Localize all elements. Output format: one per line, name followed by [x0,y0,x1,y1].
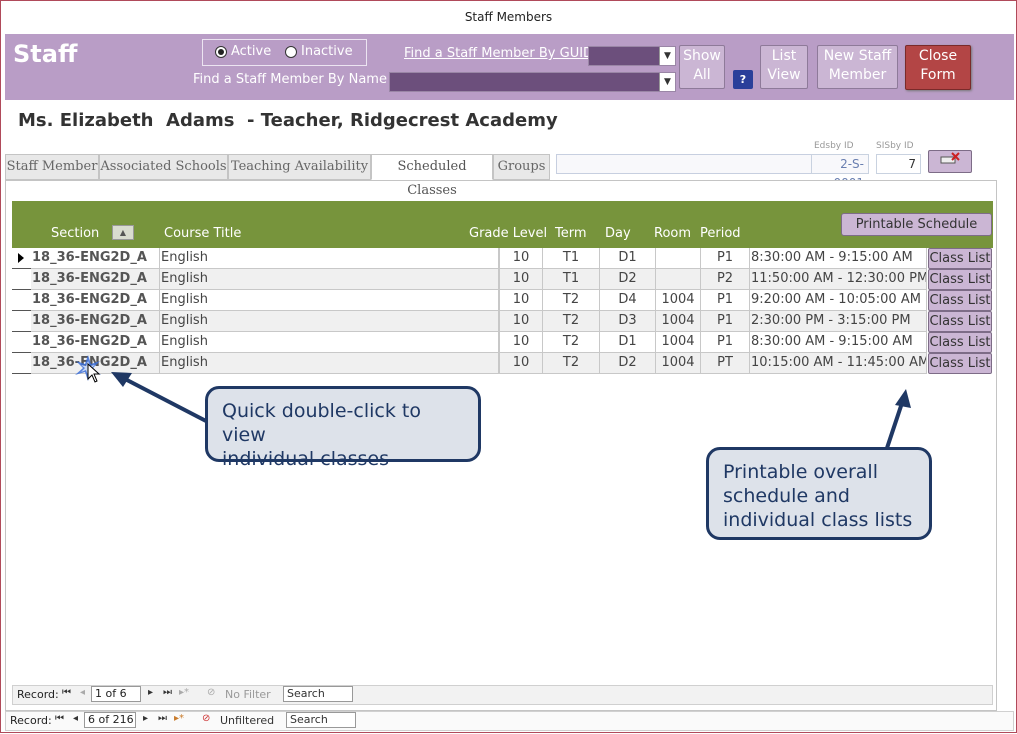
subform-record-position[interactable]: 1 of 6 [91,686,141,702]
next-record-icon[interactable]: ▸ [148,687,153,698]
form-search-input[interactable]: Search [286,712,356,728]
subform-filter-status[interactable]: No Filter [225,688,271,701]
last-record-icon[interactable]: ⏭ [158,713,167,724]
filter-icon: ⊘ [202,713,211,724]
callout-left-line-1: Quick double-click to view [222,400,421,446]
form-record-label: Record: [10,714,52,727]
staff-members-window: Staff Members Staff Active Inactive Find… [0,0,1017,733]
new-record-icon[interactable]: ▸* [174,713,184,724]
subform-record-label: Record: [17,688,59,701]
previous-record-icon[interactable]: ◂ [73,713,78,724]
form-navigation-bar: Record: ⏮ ◂ 6 of 216 ▸ ⏭ ▸* ⊘ Unfiltered… [5,711,1014,731]
callout-right-line-1: Printable overall [723,461,878,483]
first-record-icon[interactable]: ⏮ [62,687,71,698]
tab-scheduled-classes[interactable]: Scheduled Classes [371,154,493,198]
form-filter-status[interactable]: Unfiltered [220,714,274,727]
double-click-callout: Quick double-click to view individual cl… [205,386,481,470]
form-record-position[interactable]: 6 of 216 [84,712,136,728]
first-record-icon[interactable]: ⏮ [55,713,64,724]
subform-navigation-bar: Record: ⏮ ◂ 1 of 6 ▸ ⏭ ▸* ⊘ No Filter Se… [12,685,993,705]
callout-right-line-3: individual class lists [723,509,913,531]
filter-icon: ⊘ [207,687,216,698]
last-record-icon[interactable]: ⏭ [163,687,172,698]
previous-record-icon[interactable]: ◂ [80,687,85,698]
callout-left-line-2: individual classes [222,448,390,470]
callout-arrows [111,372,911,449]
callout-right-line-2: schedule and [723,485,850,507]
next-record-icon[interactable]: ▸ [143,713,148,724]
printable-callout: Printable overall schedule and individua… [706,447,932,540]
subform-search-input[interactable]: Search [283,686,353,702]
new-record-icon[interactable]: ▸* [179,687,189,698]
